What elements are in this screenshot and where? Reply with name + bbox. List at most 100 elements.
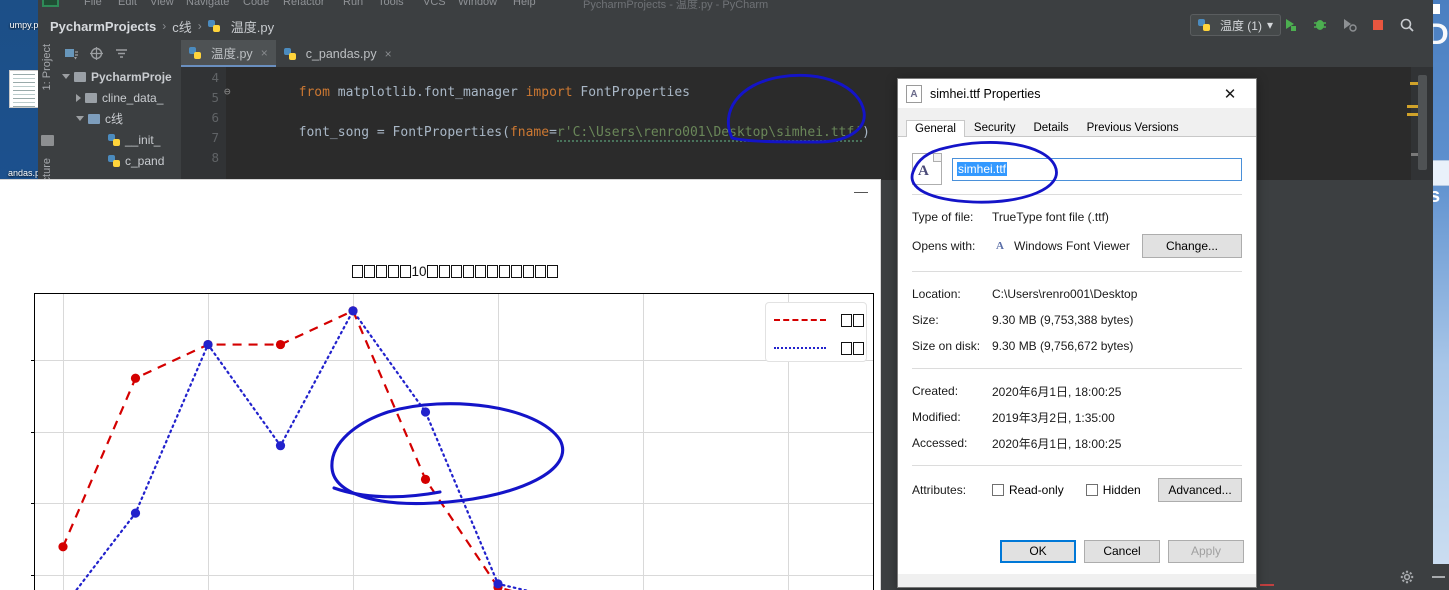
checkbox-box-icon[interactable]: [992, 484, 1004, 496]
breadcrumb-file[interactable]: 温度.py: [231, 17, 274, 36]
matplotlib-figure-window: 10 26 24 22 20: [0, 180, 880, 590]
editor-scrollbar[interactable]: [1418, 75, 1427, 170]
missing-glyph-box: [463, 265, 475, 278]
advanced-button[interactable]: Advanced...: [1158, 478, 1242, 502]
run-with-coverage-icon[interactable]: [1341, 17, 1357, 33]
select-opened-file-icon[interactable]: [64, 46, 79, 61]
tab-general[interactable]: General: [906, 120, 965, 137]
tree-item-pycharmprojects[interactable]: PycharmProje: [58, 66, 181, 87]
settings-icon[interactable]: [89, 46, 104, 61]
search-icon[interactable]: [1399, 17, 1415, 33]
missing-glyph-box: [511, 265, 523, 278]
ttf-file-icon: A: [906, 84, 922, 103]
menu-run[interactable]: Run: [343, 0, 363, 8]
filename-input[interactable]: simhei.ttf: [952, 157, 1242, 181]
tab-c-pandas-py[interactable]: c_pandas.py ×: [276, 40, 400, 67]
menu-vcs[interactable]: VCS: [423, 0, 446, 8]
run-icon[interactable]: [1283, 17, 1299, 33]
ok-button[interactable]: OK: [1000, 539, 1076, 563]
chart-series-layer: [58, 306, 530, 590]
menu-navigate[interactable]: Navigate: [186, 0, 229, 8]
tree-item-cline-data[interactable]: cline_data_: [58, 87, 181, 108]
page-fold-icon: [933, 154, 941, 162]
menu-tools[interactable]: Tools: [378, 0, 404, 8]
font-viewer-icon: A: [996, 240, 1004, 252]
stop-icon[interactable]: [1370, 17, 1386, 33]
tree-item-init[interactable]: __init_: [58, 129, 181, 150]
python-file-icon: [1197, 19, 1210, 31]
menu-code[interactable]: Code: [243, 0, 269, 8]
field-value: C:\Users\renro001\Desktop: [992, 287, 1138, 301]
divider: [912, 194, 1242, 195]
menu-file[interactable]: File: [84, 0, 102, 8]
tree-item-cxian[interactable]: c线: [58, 108, 181, 129]
tab-details[interactable]: Details: [1024, 119, 1077, 136]
field-value: 9.30 MB (9,756,672 bytes): [992, 339, 1134, 353]
imported-name: FontProperties: [572, 85, 690, 100]
cancel-button[interactable]: Cancel: [1084, 539, 1160, 563]
field-label: Attributes:: [912, 483, 967, 497]
checkbox-box-icon[interactable]: [1085, 484, 1098, 496]
chart-marker: [275, 339, 286, 350]
debug-icon[interactable]: [1312, 17, 1328, 33]
close-icon[interactable]: ×: [385, 47, 392, 61]
tab-previous-versions[interactable]: Previous Versions: [1078, 119, 1188, 136]
editor-gutter: 4 5 6 7 8: [181, 67, 226, 180]
dialog-titlebar: A simhei.ttf Properties ✕: [898, 79, 1256, 109]
line-number: 6: [211, 110, 219, 125]
field-created: Created: 2020年6月1日, 18:00:25: [912, 378, 1242, 404]
tab-security[interactable]: Security: [965, 119, 1025, 136]
menu-edit[interactable]: Edit: [118, 0, 137, 8]
filename-row: A simhei.ttf: [912, 153, 1242, 185]
editor-minimap[interactable]: [1407, 67, 1433, 180]
close-icon[interactable]: ✕: [1208, 79, 1252, 108]
legend-entry-1: [774, 336, 864, 360]
legend-label: [840, 313, 864, 327]
menu-refactor[interactable]: Refactor: [283, 0, 325, 8]
module-path: matplotlib.font_manager: [329, 85, 526, 100]
menu-help[interactable]: Help: [513, 0, 536, 8]
chevron-right-icon[interactable]: [76, 93, 81, 102]
chevron-down-icon[interactable]: [62, 74, 70, 79]
collapse-all-icon[interactable]: [114, 46, 129, 61]
tree-item-c-pandas[interactable]: c_pand: [58, 150, 181, 171]
folder-icon: [41, 135, 54, 146]
breadcrumb-folder[interactable]: c线: [172, 17, 192, 36]
menu-view[interactable]: View: [150, 0, 174, 8]
folder-icon: [74, 71, 86, 82]
field-label: Location:: [912, 287, 961, 301]
menu-window[interactable]: Window: [458, 0, 497, 8]
chart-marker: [420, 407, 431, 417]
tab-wendu-py[interactable]: 温度.py ×: [181, 40, 276, 67]
sidebar-item-project[interactable]: 1: Project: [41, 44, 53, 90]
line-number: 4: [211, 70, 219, 85]
chevron-down-icon[interactable]: ▾: [1267, 18, 1273, 32]
chart-marker: [130, 373, 141, 383]
chevron-down-icon[interactable]: [76, 116, 84, 121]
close-icon[interactable]: ×: [261, 46, 268, 60]
missing-glyph-box: [375, 265, 387, 278]
dialog-tab-strip: General Security Details Previous Versio…: [898, 115, 1256, 137]
run-configuration-selector[interactable]: 温度 (1) ▾: [1189, 14, 1281, 36]
minimize-icon[interactable]: [1432, 576, 1445, 578]
legend-entry-0: [774, 308, 864, 332]
breadcrumb-project[interactable]: PycharmProjects: [50, 19, 156, 34]
readonly-checkbox[interactable]: Read-only: [992, 483, 1064, 497]
chart-line-0: [61, 309, 512, 590]
field-location: Location: C:\Users\renro001\Desktop: [912, 281, 1242, 307]
code-fold-icon[interactable]: ⊖: [224, 85, 231, 98]
missing-glyph-box: [363, 265, 375, 278]
change-button[interactable]: Change...: [1142, 234, 1242, 258]
hidden-checkbox[interactable]: Hidden: [1085, 483, 1141, 497]
python-file-icon: [207, 20, 220, 32]
run-toolbar: [1283, 14, 1415, 36]
gear-icon[interactable]: [1400, 570, 1414, 584]
checkbox-label: Read-only: [1009, 483, 1064, 497]
filename-value: simhei.ttf: [957, 162, 1008, 176]
chart-title: 10: [35, 264, 875, 279]
minimize-icon[interactable]: [854, 186, 868, 198]
field-value: 2020年6月1日, 18:00:25: [992, 436, 1122, 451]
window-title: PycharmProjects - 温度.py - PyCharm: [583, 0, 769, 11]
assignment-expression: font_song = FontProperties(: [298, 125, 510, 140]
folder-icon: [85, 92, 97, 103]
